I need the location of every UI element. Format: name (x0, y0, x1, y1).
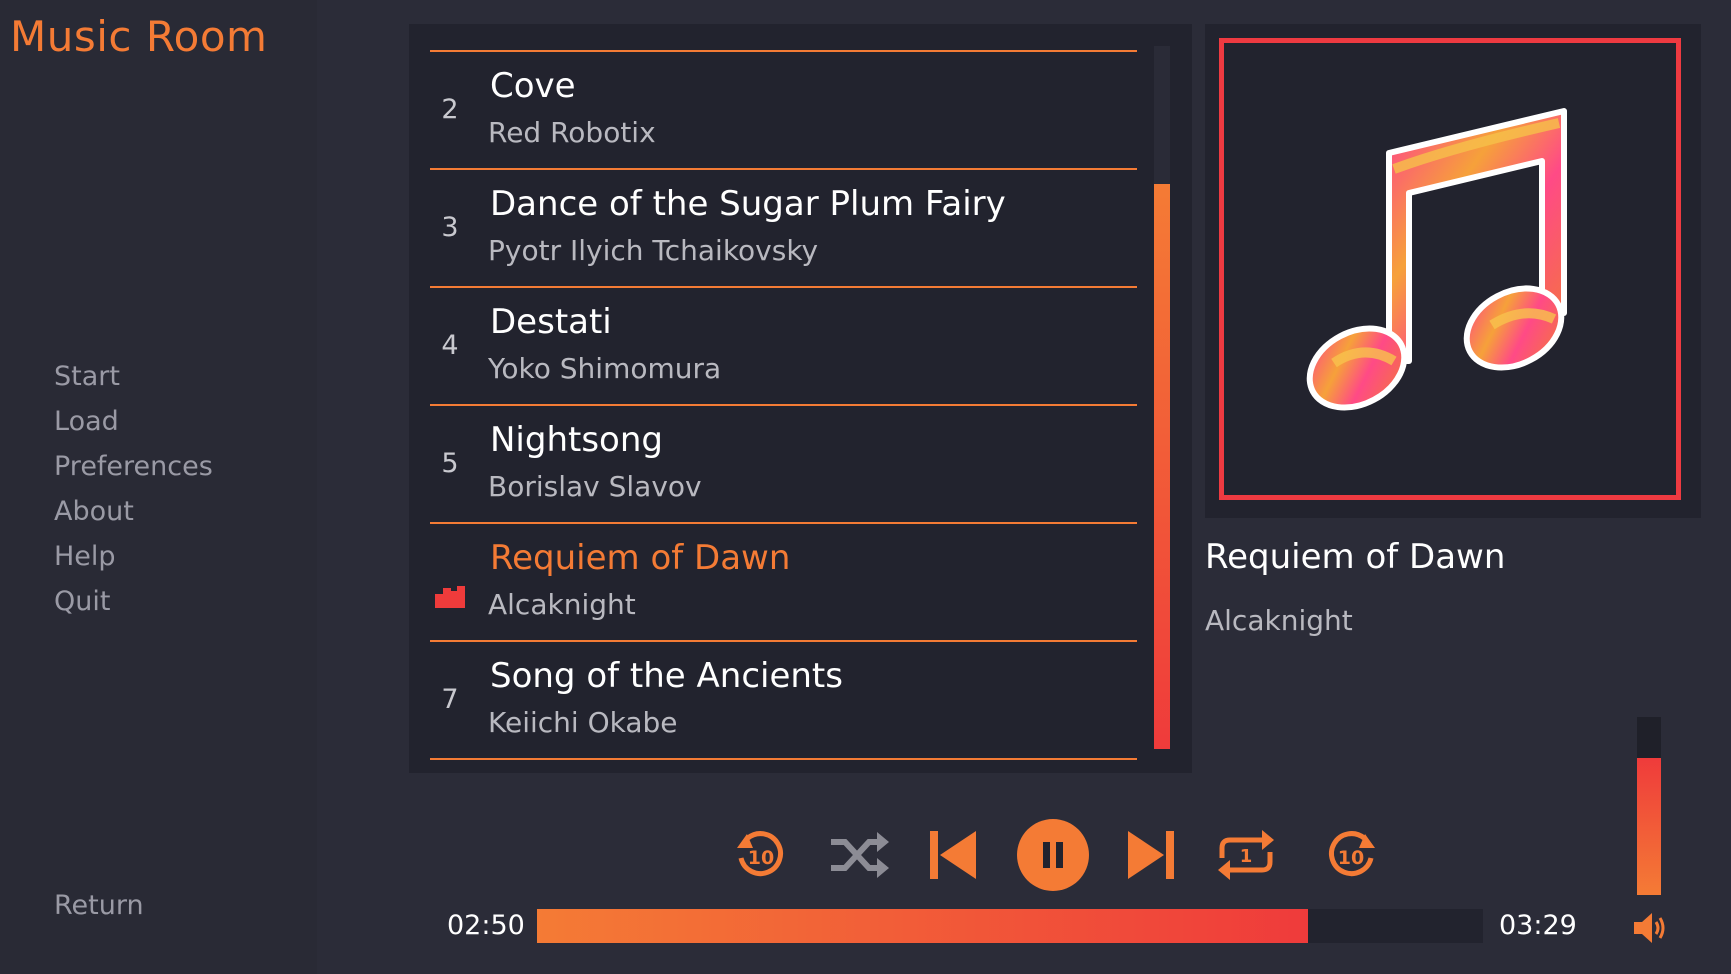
rewind-10-button[interactable]: 10 (733, 812, 787, 898)
current-time: 02:50 (447, 910, 525, 941)
shuffle-button[interactable] (826, 812, 892, 898)
previous-button[interactable] (928, 812, 978, 898)
track-row[interactable]: 2 Cove Red Robotix (430, 52, 1137, 170)
forward-10-icon: 10 (1329, 831, 1375, 877)
playlist-scrollbar[interactable] (1154, 46, 1170, 749)
track-title: Cove (490, 66, 576, 106)
track-title: Nightsong (490, 420, 663, 460)
scrollbar-thumb[interactable] (1154, 184, 1170, 749)
track-number: 7 (441, 684, 459, 715)
track-number: 5 (441, 448, 459, 479)
equalizer-icon (435, 586, 465, 608)
repeat-one-label: 1 (1240, 846, 1253, 867)
progress-bar[interactable] (537, 909, 1483, 943)
forward-10-label: 10 (1338, 847, 1364, 869)
track-artist: Borislav Slavov (488, 470, 702, 503)
menu-item-quit[interactable]: Quit (54, 579, 213, 624)
track-artist: Keiichi Okabe (488, 706, 678, 739)
track-title: Destati (490, 302, 612, 342)
rewind-10-label: 10 (748, 847, 774, 869)
skip-next-icon (1128, 831, 1174, 879)
skip-previous-icon (930, 831, 976, 879)
shuffle-icon (831, 832, 889, 878)
repeat-one-icon: 1 (1218, 830, 1274, 880)
repeat-one-button[interactable]: 1 (1213, 812, 1279, 898)
track-row[interactable]: 4 Destati Yoko Shimomura (430, 288, 1137, 406)
track-row[interactable]: 7 Song of the Ancients Keiichi Okabe (430, 642, 1137, 760)
track-artist: Alcaknight (488, 588, 636, 621)
progress-fill (537, 909, 1308, 943)
album-art-panel (1205, 24, 1701, 518)
now-playing-title: Requiem of Dawn (1205, 537, 1506, 577)
track-title: Requiem of Dawn (490, 538, 791, 578)
track-artist: Pyotr Ilyich Tchaikovsky (488, 234, 819, 267)
app-title: Music Room (10, 12, 268, 61)
menu-item-start[interactable]: Start (54, 354, 213, 399)
next-button[interactable] (1126, 812, 1176, 898)
now-playing-artist: Alcaknight (1205, 604, 1353, 637)
track-artist: Red Robotix (488, 116, 656, 149)
track-title: Dance of the Sugar Plum Fairy (490, 184, 1006, 224)
main-menu: Start Load Preferences About Help Quit (54, 354, 213, 624)
menu-item-load[interactable]: Load (54, 399, 213, 444)
track-artist: Yoko Shimomura (488, 352, 722, 385)
track-title: Song of the Ancients (490, 656, 843, 696)
track-number: 3 (441, 212, 459, 243)
track-number: 4 (441, 330, 459, 361)
volume-icon[interactable] (1630, 908, 1670, 948)
total-time: 03:29 (1499, 910, 1577, 941)
track-number: 2 (441, 94, 459, 125)
rewind-10-icon: 10 (737, 831, 783, 877)
track-row[interactable]: 3 Dance of the Sugar Plum Fairy Pyotr Il… (430, 170, 1137, 288)
pause-button[interactable] (1016, 812, 1090, 898)
playback-controls: 10 1 10 (0, 812, 1731, 898)
music-note-icon (1306, 108, 1567, 411)
playlist-panel: 2 Cove Red Robotix 3 Dance of the Sugar … (409, 24, 1192, 773)
forward-10-button[interactable]: 10 (1325, 812, 1379, 898)
album-art-frame (1219, 38, 1681, 500)
track-row-playing[interactable]: Requiem of Dawn Alcaknight (430, 524, 1137, 642)
menu-item-about[interactable]: About (54, 489, 213, 534)
menu-item-preferences[interactable]: Preferences (54, 444, 213, 489)
pause-icon (1017, 819, 1089, 891)
track-row[interactable]: 5 Nightsong Borislav Slavov (430, 406, 1137, 524)
menu-item-help[interactable]: Help (54, 534, 213, 579)
